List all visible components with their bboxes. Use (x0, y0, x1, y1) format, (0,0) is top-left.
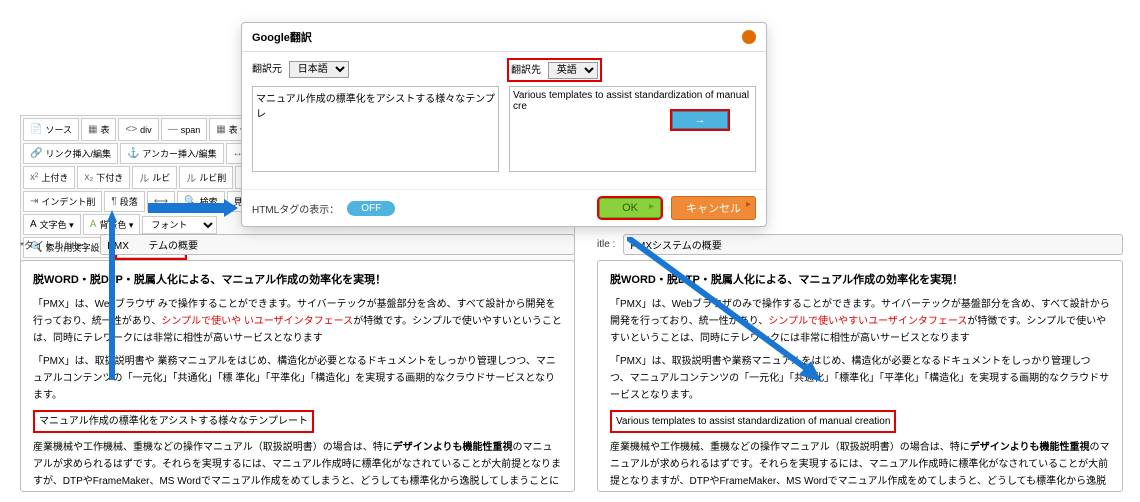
toolbar-btn-[interactable]: 📄ソース (23, 118, 79, 141)
toolbar-btn-div[interactable]: <> div (118, 118, 158, 141)
content-left: 脱WORD・脱DTP・脱属人化による、マニュアル作成の効率化を実現！ 「PMX」… (20, 260, 575, 492)
target-lang-select[interactable]: 英語 (548, 62, 598, 79)
toolbar-btn-[interactable]: ¶段落 (104, 191, 144, 212)
toolbar-btn-[interactable]: ルルビ削 (179, 166, 233, 189)
アンカー挿入/編集-icon: ⚓ (127, 148, 139, 159)
表-icon: ▦ (88, 124, 97, 135)
toolbar-btn-span[interactable]: —span (161, 118, 208, 141)
google-translate-dialog: Google翻訳 翻訳元 日本語 翻訳先 英語 → HTMLタグの表示： OFF (241, 22, 767, 227)
toolbar-btn-[interactable]: A文字色 ▾ (23, 214, 81, 235)
font-select[interactable]: フォント (142, 216, 217, 234)
close-icon[interactable] (742, 30, 756, 44)
文字色 ▾-icon: A (30, 219, 37, 230)
toolbar-btn-[interactable]: ルルビ (132, 166, 177, 189)
toolbar-btn-[interactable]: フォント (142, 214, 217, 235)
translate-arrow-button[interactable]: → (672, 111, 728, 129)
下付き-icon: x₂ (84, 172, 93, 183)
title-row-left: *タイトル/title： (20, 234, 575, 255)
toolbar-btn-[interactable]: x²上付き (23, 166, 75, 189)
title-label: *タイトル/title： (20, 237, 92, 252)
toolbar-btn-[interactable]: ⚓アンカー挿入/編集 (120, 143, 224, 164)
highlight-source-text: マニュアル作成の標準化をアシストする様々なテンプレート (33, 410, 314, 433)
toolbar-btn-[interactable]: 🔗リンク挿入/編集 (23, 143, 118, 164)
toolbar-btn-[interactable]: ⇥インデント削 (23, 191, 102, 212)
上付き-icon: x² (30, 172, 38, 183)
highlight-translated-text: Various templates to assist standardizat… (610, 410, 896, 433)
cancel-button[interactable]: キャンセル (671, 196, 756, 220)
arrow-diagonal-icon (627, 237, 822, 382)
target-text-area[interactable] (509, 86, 756, 172)
span-icon: — (168, 124, 178, 135)
toolbar-btn-[interactable]: x₂下付き (77, 166, 130, 189)
target-lang-label: 翻訳先 (511, 65, 541, 76)
表 ▾-icon: ▦ (216, 124, 225, 135)
div-icon: <> (125, 124, 137, 135)
html-tag-toggle[interactable]: OFF (347, 201, 395, 216)
title-label-right: itle : (597, 239, 615, 250)
背景色 ▾-icon: A (90, 219, 97, 230)
リンク挿入/編集-icon: 🔗 (30, 148, 42, 159)
source-lang-label: 翻訳元 (252, 64, 282, 75)
dialog-title: Google翻訳 (252, 29, 312, 45)
ルビ-icon: ル (139, 170, 149, 185)
ルビ削-icon: ル (186, 170, 196, 185)
source-lang-select[interactable]: 日本語 (289, 61, 349, 78)
インデント削-icon: ⇥ (30, 196, 38, 207)
arrow-up-icon (107, 210, 117, 380)
段落-icon: ¶ (111, 196, 116, 207)
toolbar-btn-[interactable]: ▦表 (81, 118, 116, 141)
title-input-left[interactable] (100, 234, 575, 255)
html-tag-label: HTMLタグの表示： (252, 201, 339, 216)
ソース-icon: 📄 (30, 124, 42, 135)
arrow-right-icon (148, 199, 238, 217)
source-text-area[interactable] (252, 86, 499, 172)
ok-button[interactable]: OK (599, 198, 661, 218)
